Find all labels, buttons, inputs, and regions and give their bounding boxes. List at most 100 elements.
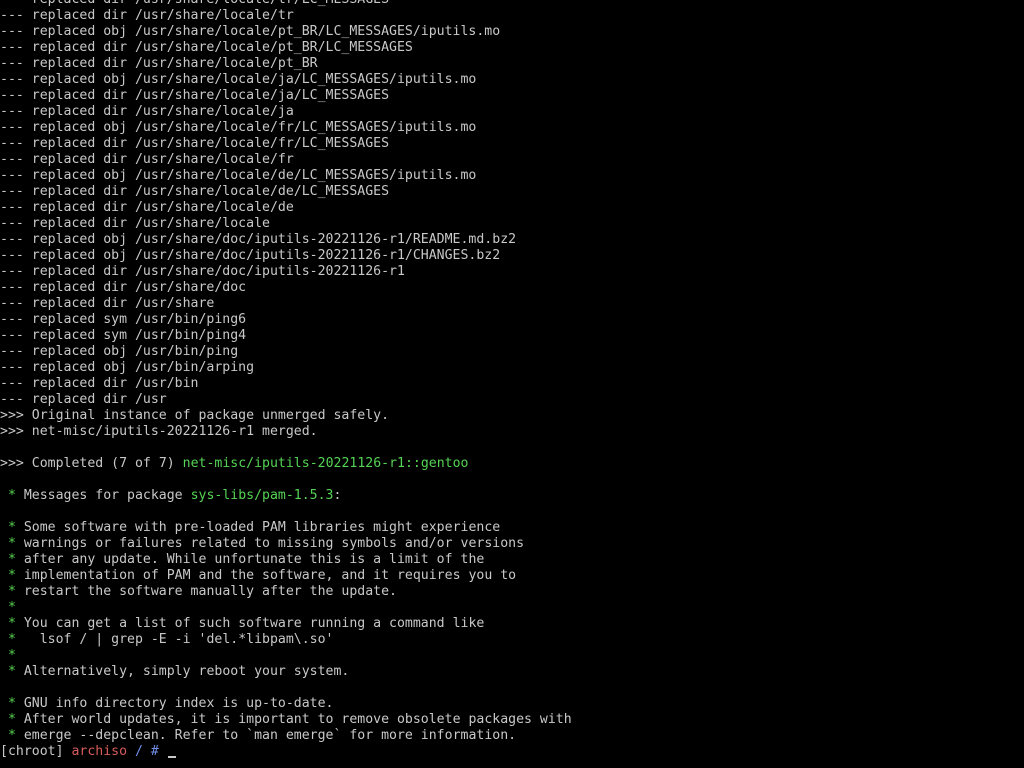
- completed-of: of: [127, 456, 159, 471]
- replaced-line-text: --- replaced obj /usr/share/locale/de/LC…: [0, 168, 477, 183]
- merge-status-line: >>> net-misc/iputils-20221126-r1 merged.: [0, 424, 1024, 440]
- replaced-line: --- replaced dir /usr/share/locale/de: [0, 200, 1024, 216]
- replaced-line-text: --- replaced dir /usr/share/locale/ja/LC…: [0, 88, 390, 103]
- replaced-line-text: --- replaced sym /usr/bin/ping6: [0, 312, 247, 327]
- message-star-icon: *: [0, 584, 16, 599]
- pam-message-line: * restart the software manually after th…: [0, 584, 1024, 600]
- depclean-line: * emerge --depclean. Refer to `man emerg…: [0, 728, 1024, 744]
- depclean-text: emerge --depclean. Refer to `man emerge`…: [15, 728, 517, 743]
- completed-package: net-misc/iputils-20221126-r1::gentoo: [182, 456, 469, 471]
- replaced-line-text: --- replaced obj /usr/share/doc/iputils-…: [0, 248, 501, 263]
- replaced-line-text: --- replaced obj /usr/share/doc/iputils-…: [0, 232, 517, 247]
- replaced-line: --- replaced dir /usr/bin: [0, 376, 1024, 392]
- pam-message-text: after any update. While unfortunate this…: [15, 552, 485, 567]
- replaced-line-text: --- replaced dir /usr/share/locale/de: [0, 200, 294, 215]
- replaced-line: --- replaced dir /usr/share/locale/pt_BR…: [0, 40, 1024, 56]
- prompt-chroot: [chroot]: [0, 744, 72, 759]
- replaced-line: --- replaced obj /usr/share/doc/iputils-…: [0, 248, 1024, 264]
- replaced-line-text: --- replaced dir /usr/share/locale/tr: [0, 8, 294, 23]
- replaced-line-text: --- replaced dir /usr/share/locale/pt_BR: [0, 56, 318, 71]
- replaced-line-text: --- replaced dir /usr/share: [0, 296, 215, 311]
- info-line: * GNU info directory index is up-to-date…: [0, 696, 1024, 712]
- pam-message-text: Some software with pre-loaded PAM librar…: [15, 520, 501, 535]
- message-star-icon: *: [0, 488, 16, 503]
- depclean-text: After world updates, it is important to …: [15, 712, 572, 727]
- replaced-line: --- replaced dir /usr/share/doc: [0, 280, 1024, 296]
- replaced-line: --- replaced obj /usr/bin/ping: [0, 344, 1024, 360]
- replaced-line-text: --- replaced obj /usr/bin/ping: [0, 344, 239, 359]
- replaced-line: --- replaced dir /usr/share/locale/pt_BR: [0, 56, 1024, 72]
- pam-message-text: warnings or failures related to missing …: [15, 536, 525, 551]
- replaced-line-text: --- replaced sym /usr/bin/ping4: [0, 328, 247, 343]
- replaced-line: --- replaced dir /usr/share/locale/fr/LC…: [0, 136, 1024, 152]
- pam-message-line: *: [0, 648, 1024, 664]
- pam-message-line: * warnings or failures related to missin…: [0, 536, 1024, 552]
- merge-status-text: >>> Original instance of package unmerge…: [0, 408, 390, 423]
- replaced-line-text: --- replaced obj /usr/bin/arping: [0, 360, 255, 375]
- prompt-path: /: [127, 744, 151, 759]
- message-star-icon: *: [0, 600, 16, 615]
- replaced-line: --- replaced obj /usr/share/doc/iputils-…: [0, 232, 1024, 248]
- replaced-line: --- replaced obj /usr/share/locale/ja/LC…: [0, 72, 1024, 88]
- replaced-line: --- replaced dir /usr/share/locale/tr: [0, 8, 1024, 24]
- replaced-line: --- replaced dir /usr/share/locale/ja: [0, 104, 1024, 120]
- pam-message-line: * implementation of PAM and the software…: [0, 568, 1024, 584]
- prompt-host: archiso: [71, 744, 128, 759]
- replaced-line-text: --- replaced obj /usr/share/locale/fr/LC…: [0, 120, 477, 135]
- merge-status-text: >>> net-misc/iputils-20221126-r1 merged.: [0, 424, 318, 439]
- replaced-line-text: --- replaced dir /usr/bin: [0, 376, 199, 391]
- replaced-line-text: --- replaced dir /usr/share/doc: [0, 280, 247, 295]
- message-star-icon: *: [0, 728, 16, 743]
- replaced-line: --- replaced dir /usr/share/locale/tr/LC…: [0, 0, 1024, 8]
- pam-message-text: Alternatively, simply reboot your system…: [15, 664, 350, 679]
- text-cursor[interactable]: [167, 756, 176, 758]
- replaced-line-text: --- replaced dir /usr/share/doc/iputils-…: [0, 264, 405, 279]
- replaced-line: --- replaced dir /usr/share/locale: [0, 216, 1024, 232]
- message-star-icon: *: [0, 632, 16, 647]
- replaced-line-text: --- replaced dir /usr/share/locale/ja: [0, 104, 294, 119]
- completed-current: 7: [119, 456, 128, 471]
- replaced-line: --- replaced obj /usr/share/locale/pt_BR…: [0, 24, 1024, 40]
- completed-total: 7: [158, 456, 167, 471]
- pam-message-text: lsof / | grep -E -i 'del.*libpam\.so': [15, 632, 334, 647]
- replaced-line: --- replaced dir /usr/share: [0, 296, 1024, 312]
- replaced-line: --- replaced sym /usr/bin/ping4: [0, 328, 1024, 344]
- replaced-line-text: --- replaced obj /usr/share/locale/pt_BR…: [0, 24, 501, 39]
- replaced-line: --- replaced dir /usr/share/locale/de/LC…: [0, 184, 1024, 200]
- messages-header-colon: :: [333, 488, 342, 503]
- completed-suffix: ): [166, 456, 183, 471]
- pam-message-line: * lsof / | grep -E -i 'del.*libpam\.so': [0, 632, 1024, 648]
- pam-message-line: * Alternatively, simply reboot your syst…: [0, 664, 1024, 680]
- replaced-line-text: --- replaced dir /usr/share/locale/fr/LC…: [0, 136, 390, 151]
- message-star-icon: *: [0, 616, 16, 631]
- replaced-line: --- replaced obj /usr/share/locale/fr/LC…: [0, 120, 1024, 136]
- pam-message-line: * You can get a list of such software ru…: [0, 616, 1024, 632]
- messages-header: * Messages for package sys-libs/pam-1.5.…: [0, 488, 1024, 504]
- pam-message-line: *: [0, 600, 1024, 616]
- replaced-line: --- replaced obj /usr/bin/arping: [0, 360, 1024, 376]
- terminal-window[interactable]: --- replaced dir /usr/share/locale/tr/LC…: [0, 0, 1024, 768]
- replaced-line: --- replaced dir /usr/share/locale/fr: [0, 152, 1024, 168]
- replaced-line-text: --- replaced dir /usr/share/locale/fr: [0, 152, 294, 167]
- replaced-line-text: --- replaced dir /usr/share/locale: [0, 216, 270, 231]
- merge-status-line: >>> Original instance of package unmerge…: [0, 408, 1024, 424]
- message-star-icon: *: [0, 552, 16, 567]
- pam-message-text: You can get a list of such software runn…: [15, 616, 485, 631]
- replaced-line: --- replaced sym /usr/bin/ping6: [0, 312, 1024, 328]
- pam-message-line: * Some software with pre-loaded PAM libr…: [0, 520, 1024, 536]
- prompt-symbol: #: [150, 744, 159, 759]
- message-star-icon: *: [0, 696, 16, 711]
- completed-prefix: >>> Completed (: [0, 456, 120, 471]
- messages-package-name: sys-libs/pam-1.5.3: [190, 488, 334, 503]
- depclean-line: * After world updates, it is important t…: [0, 712, 1024, 728]
- replaced-line-text: --- replaced dir /usr/share/locale/de/LC…: [0, 184, 390, 199]
- replaced-line: --- replaced obj /usr/share/locale/de/LC…: [0, 168, 1024, 184]
- pam-message-text: restart the software manually after the …: [15, 584, 397, 599]
- message-star-icon: *: [0, 712, 16, 727]
- replaced-line-text: --- replaced dir /usr: [0, 392, 167, 407]
- pam-message-text: implementation of PAM and the software, …: [15, 568, 517, 583]
- message-star-icon: *: [0, 664, 16, 679]
